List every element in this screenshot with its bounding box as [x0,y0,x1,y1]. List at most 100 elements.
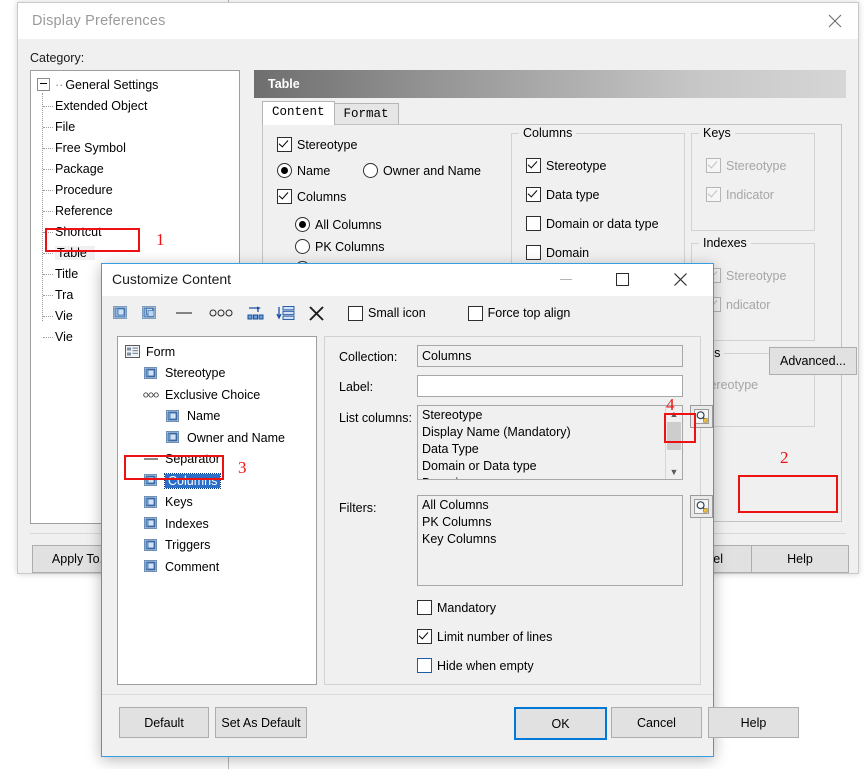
label-label: Label: [339,380,374,394]
control-label: Data type [546,187,600,202]
set-as-default-button[interactable]: Set As Default [215,707,307,738]
list-columns-scrollbar[interactable]: ▲ ▼ [665,406,682,479]
background-edge-line-bottom [228,755,229,769]
help-button-display-preferences[interactable]: Help [751,545,849,573]
attribute-icon [165,431,181,445]
radio-pk-columns[interactable]: PK Columns [295,239,384,254]
cc-tree-item-separator[interactable]: Separator [118,449,316,471]
cancel-label: Cancel [637,715,676,730]
customize-content-titlebar: Customize Content [102,264,713,297]
cc-tree-item-label: Owner and Name [187,430,285,445]
tree-item-table[interactable]: Table [31,242,239,263]
cc-tree-item-owner-and-name[interactable]: Owner and Name [118,427,316,449]
checkbox-columns-domain[interactable]: Domain [526,245,589,260]
attribute-icon [143,538,159,552]
cc-tree-item-indexes[interactable]: Indexes [118,513,316,535]
list-columns-listbox[interactable]: Stereotype Display Name (Mandatory) Data… [417,405,683,480]
list-item[interactable]: Data Type [418,441,682,458]
checkbox-columns-stereotype[interactable]: Stereotype [526,158,606,173]
default-button[interactable]: Default [119,707,209,738]
scroll-down-icon[interactable]: ▼ [666,464,682,479]
tree-item-shortcut[interactable]: Shortcut [31,221,239,242]
cc-tree-item-keys[interactable]: Keys [118,492,316,514]
list-item[interactable]: PK Columns [418,514,682,531]
cc-tree-item-label: Name [187,409,221,424]
default-label: Default [144,715,184,730]
checkbox-stereotype-main[interactable]: Stereotype [277,137,357,152]
cancel-button[interactable]: Cancel [611,707,702,738]
mandatory-checkbox[interactable]: Mandatory [417,600,496,615]
tab-content[interactable]: Content [262,101,335,125]
filters-listbox[interactable]: All Columns PK Columns Key Columns [417,495,683,586]
tree-item-label: Table [55,245,95,260]
cc-tree-item-form[interactable]: Form [118,341,316,363]
close-icon[interactable] [659,264,701,295]
add-exclusive-choice-icon[interactable] [208,304,234,322]
radio-owner-and-name[interactable]: Owner and Name [363,163,481,178]
checkbox-columns-main[interactable]: Columns [277,189,346,204]
help-label: Help [787,552,813,566]
exclusive-choice-icon [143,388,159,402]
cc-tree-item-name[interactable]: Name [118,406,316,428]
cc-tree-item-label: Separator [165,452,220,467]
scroll-thumb[interactable] [667,422,681,450]
list-item[interactable]: All Columns [418,497,682,514]
add-attribute-icon[interactable] [111,304,131,322]
control-label: Columns [297,189,347,204]
customize-content-title: Customize Content [112,271,232,287]
list-columns-browse-button[interactable] [690,405,713,428]
cc-tree-item-stereotype[interactable]: Stereotype [118,363,316,385]
label-input[interactable] [417,375,683,397]
tree-item-free-symbol[interactable]: Free Symbol [31,137,239,158]
control-label: PK Columns [315,239,385,254]
list-item[interactable]: Key Columns [418,531,682,548]
move-into-icon[interactable] [246,304,266,322]
checkbox-columns-domain-or-data-type[interactable]: Domain or data type [526,216,659,231]
display-preferences-title: Display Preferences [32,13,166,29]
customize-content-tree[interactable]: Form Stereotype Exclusive Choice Name Ow… [117,336,317,685]
small-icon-checkbox[interactable]: Small icon [348,305,426,321]
control-label: Limit number of lines [437,629,553,644]
ok-button[interactable]: OK [514,707,607,740]
control-label: Stereotype [726,158,787,173]
collapse-expander-icon[interactable] [37,78,50,91]
advanced-button[interactable]: Advanced... [769,347,857,375]
radio-name[interactable]: Name [277,163,330,178]
checkbox-indexes-indicator: ndicator [706,297,770,312]
tree-item-package[interactable]: Package [31,158,239,179]
list-item[interactable]: Display Name (Mandatory) [418,424,682,441]
cc-tree-item-columns[interactable]: Columns [118,470,316,492]
cc-tree-item-triggers[interactable]: Triggers [118,535,316,557]
control-label: Domain or data type [546,216,659,231]
tree-item-reference[interactable]: Reference [31,200,239,221]
limit-number-of-lines-checkbox[interactable]: Limit number of lines [417,629,552,644]
tree-item-extended-object[interactable]: Extended Object [31,95,239,116]
add-collection-icon[interactable] [140,304,160,322]
tree-item-file[interactable]: File [31,116,239,137]
control-label: Stereotype [546,158,607,173]
checkbox-columns-data-type[interactable]: Data type [526,187,600,202]
tab-format[interactable]: Format [333,103,399,125]
list-item[interactable]: Stereotype [418,407,682,424]
force-top-align-checkbox[interactable]: Force top align [467,305,570,321]
list-item[interactable]: Domain [418,475,682,479]
close-icon[interactable] [820,8,850,34]
cc-tree-item-comment[interactable]: Comment [118,556,316,578]
help-button[interactable]: Help [708,707,799,738]
checkbox-icon [417,600,432,615]
add-separator-icon[interactable] [174,304,194,322]
minimize-icon[interactable] [545,264,587,295]
filters-browse-button[interactable] [690,495,713,518]
add-nested-icon[interactable] [276,304,296,322]
radio-all-columns[interactable]: All Columns [295,217,382,232]
tab-bar[interactable]: Content Format [262,101,399,125]
tree-item-procedure[interactable]: Procedure [31,179,239,200]
hide-when-empty-checkbox[interactable]: Hide when empty [417,658,534,673]
tree-item-label: General Settings [65,77,159,92]
maximize-icon[interactable] [601,264,643,295]
list-item[interactable]: Domain or Data type [418,458,682,475]
control-label: Small icon [368,306,426,320]
delete-icon[interactable] [306,304,326,322]
cc-tree-item-exclusive-choice[interactable]: Exclusive Choice [118,384,316,406]
tree-item-general-settings[interactable]: ·· General Settings [31,74,239,95]
